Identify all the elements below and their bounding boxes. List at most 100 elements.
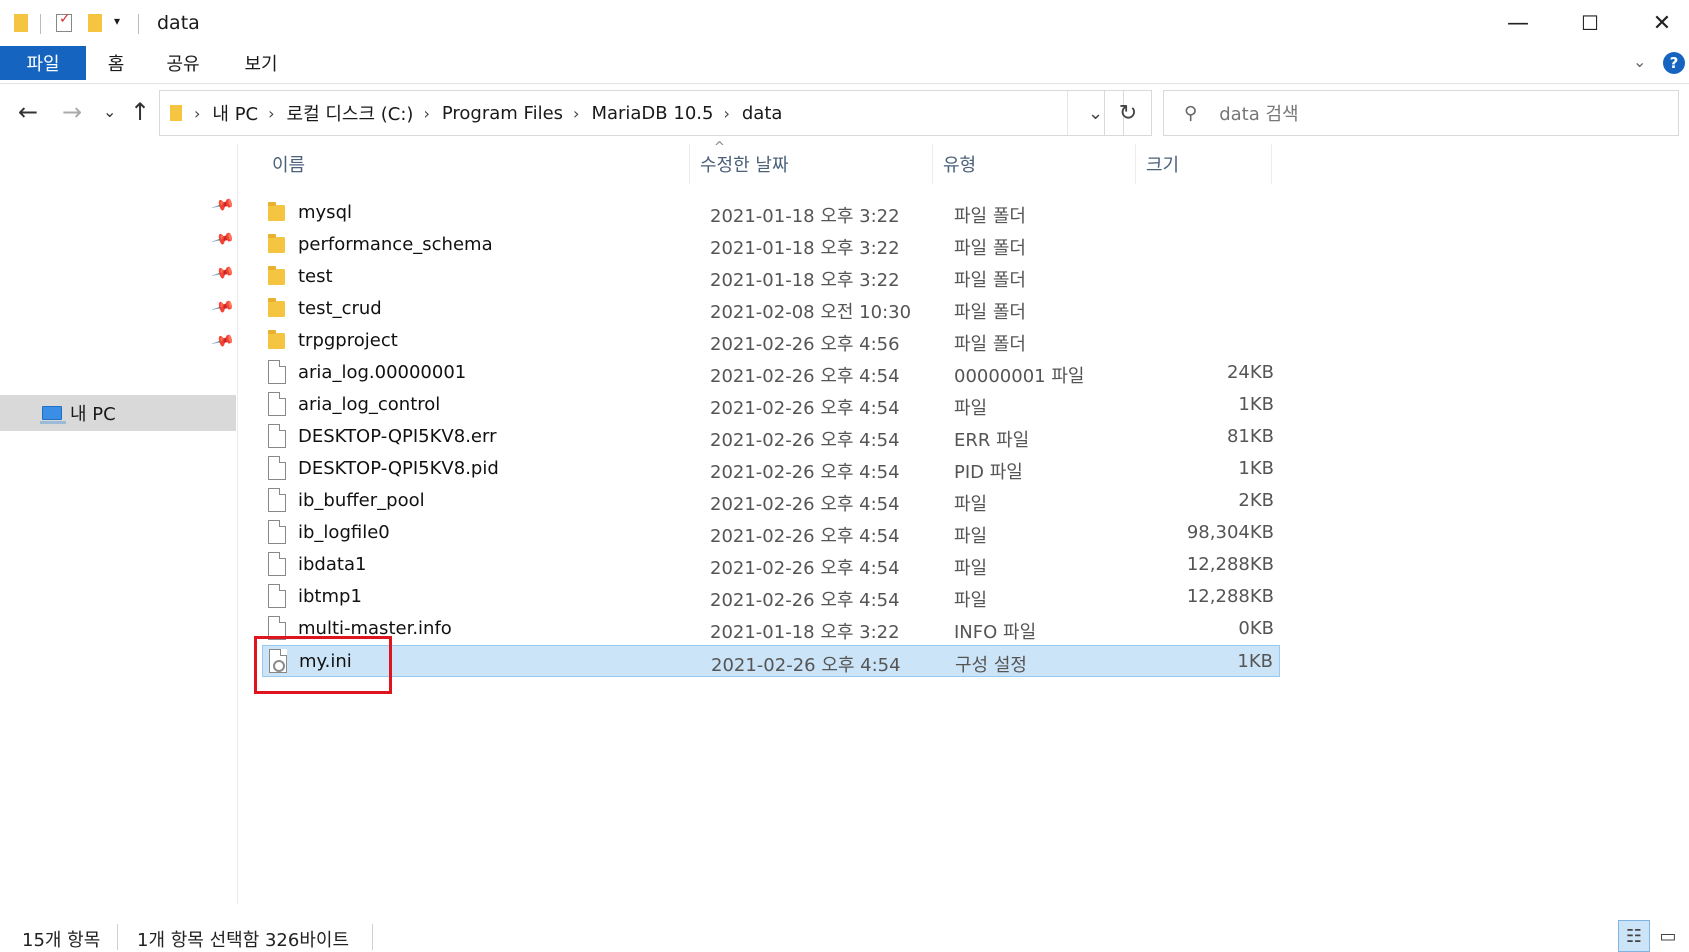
file-size: 1KB	[1237, 651, 1273, 672]
chevron-right-icon[interactable]: ›	[423, 104, 429, 123]
selection-info: 1개 항목 선택함 326바이트	[137, 930, 350, 951]
tab-file[interactable]: 파일	[0, 46, 86, 80]
file-row[interactable]: DESKTOP-QPI5KV8.err 2021-02-26 오후 4:54 ERR…	[262, 421, 1280, 453]
nav-item-this-pc[interactable]: 내 PC	[0, 395, 236, 431]
file-size: 98,304KB	[1186, 522, 1274, 543]
file-name: test_crud	[298, 298, 382, 319]
file-row[interactable]: ibdata1 2021-02-26 오후 4:54 파일 12,288KB	[262, 549, 1280, 581]
file-type: 파일	[954, 558, 988, 579]
file-type: 구성 설정	[955, 655, 1027, 676]
file-icon	[268, 520, 286, 544]
new-folder-icon[interactable]	[88, 12, 102, 36]
file-name: aria_log_control	[298, 394, 441, 415]
breadcrumb-mariadb[interactable]: MariaDB 10.5	[591, 103, 713, 124]
pin-icon[interactable]: 📌	[211, 295, 236, 320]
column-header-type[interactable]: 유형	[933, 144, 1136, 184]
chevron-right-icon: ›	[194, 103, 201, 123]
nav-item-label: 내 PC	[70, 404, 116, 425]
divider	[40, 14, 41, 34]
file-icon	[268, 456, 286, 480]
file-name: mysql	[298, 202, 352, 223]
file-type: 파일 폴더	[954, 270, 1026, 291]
file-row[interactable]: mysql 2021-01-18 오후 3:22 파일 폴더	[262, 197, 1280, 229]
file-date: 2021-01-18 오후 3:22	[710, 270, 900, 291]
file-size: 81KB	[1226, 426, 1274, 447]
file-icon	[268, 424, 286, 448]
breadcrumb-this-pc[interactable]: 내 PC	[212, 100, 258, 126]
close-button[interactable]: ✕	[1632, 6, 1689, 40]
breadcrumb-local-disk[interactable]: 로컬 디스크 (C:)	[287, 100, 414, 126]
file-row[interactable]: test 2021-01-18 오후 3:22 파일 폴더	[262, 261, 1280, 293]
file-type: 파일	[954, 398, 988, 419]
folder-icon	[268, 298, 285, 317]
file-date: 2021-02-26 오후 4:54	[710, 558, 900, 579]
file-type: INFO 파일	[954, 622, 1037, 643]
breadcrumb-program-files[interactable]: Program Files	[442, 103, 563, 124]
search-placeholder: data 검색	[1219, 104, 1299, 125]
file-name: aria_log.00000001	[298, 362, 467, 383]
file-date: 2021-01-18 오후 3:22	[710, 238, 900, 259]
maximize-button[interactable]: ☐	[1560, 6, 1620, 40]
search-input[interactable]: ⚲ data 검색	[1163, 90, 1679, 136]
address-bar[interactable]: › 내 PC › 로컬 디스크 (C:) › Program Files › M…	[159, 90, 1124, 136]
tab-home[interactable]: 홈	[96, 46, 136, 80]
minimize-button[interactable]: —	[1488, 6, 1548, 40]
file-size: 1KB	[1238, 394, 1274, 415]
breadcrumb-data[interactable]: data	[742, 103, 783, 124]
file-name: test	[298, 266, 333, 287]
large-icons-view-button[interactable]: ▭	[1652, 920, 1684, 952]
file-type: 파일	[954, 526, 988, 547]
details-view-button[interactable]: ☷	[1618, 920, 1650, 952]
file-row[interactable]: trpgproject 2021-02-26 오후 4:56 파일 폴더	[262, 325, 1280, 357]
column-header-name[interactable]: 이름	[262, 144, 690, 184]
customize-toolbar-icon[interactable]: ▾	[114, 14, 120, 38]
file-row[interactable]: aria_log_control 2021-02-26 오후 4:54 파일 1KB	[262, 389, 1280, 421]
file-row[interactable]: ib_logfile0 2021-02-26 오후 4:54 파일 98,304KB	[262, 517, 1280, 549]
file-name: DESKTOP-QPI5KV8.err	[298, 426, 497, 447]
file-explorer-window: ✓ ▾ data — ☐ ✕ 파일 홈 공유 보기 ⌄ ? ← → ⌄ ↑ › …	[0, 0, 1689, 952]
pin-icon[interactable]: 📌	[211, 261, 236, 286]
chevron-right-icon[interactable]: ›	[723, 104, 729, 123]
file-date: 2021-02-26 오후 4:56	[710, 334, 900, 355]
file-size: 12,288KB	[1186, 586, 1274, 607]
file-row[interactable]: ibtmp1 2021-02-26 오후 4:54 파일 12,288KB	[262, 581, 1280, 613]
chevron-right-icon[interactable]: ›	[573, 104, 579, 123]
file-name: ib_logfile0	[298, 522, 390, 543]
recent-locations-button[interactable]: ⌄	[103, 102, 116, 121]
pin-icon[interactable]: 📌	[211, 227, 236, 252]
file-type: 파일 폴더	[954, 238, 1026, 259]
file-name: performance_schema	[298, 234, 493, 255]
pin-icon[interactable]: 📌	[211, 193, 236, 218]
expand-ribbon-icon[interactable]: ⌄	[1633, 52, 1646, 71]
tab-view[interactable]: 보기	[236, 46, 286, 80]
file-row[interactable]: multi-master.info 2021-01-18 오후 3:22 INFO …	[262, 613, 1280, 645]
properties-icon[interactable]: ✓	[56, 11, 72, 36]
file-name: trpgproject	[298, 330, 398, 351]
file-row[interactable]: performance_schema 2021-01-18 오후 3:22 파일 폴…	[262, 229, 1280, 261]
forward-button[interactable]: →	[62, 98, 82, 126]
file-row[interactable]: aria_log.00000001 2021-02-26 오후 4:54 00000…	[262, 357, 1280, 389]
file-size: 2KB	[1238, 490, 1274, 511]
file-date: 2021-02-26 오후 4:54	[710, 494, 900, 515]
file-row[interactable]: my.ini 2021-02-26 오후 4:54 구성 설정 1KB	[262, 645, 1280, 677]
file-date: 2021-02-26 오후 4:54	[710, 366, 900, 387]
column-header-date[interactable]: 수정한 날짜	[690, 144, 933, 184]
help-button[interactable]: ?	[1663, 52, 1685, 74]
file-row[interactable]: test_crud 2021-02-08 오전 10:30 파일 폴더	[262, 293, 1280, 325]
back-button[interactable]: ←	[18, 98, 38, 126]
file-date: 2021-02-26 오후 4:54	[710, 590, 900, 611]
folder-icon	[170, 105, 182, 121]
folder-icon	[268, 234, 285, 253]
file-row[interactable]: ib_buffer_pool 2021-02-26 오후 4:54 파일 2KB	[262, 485, 1280, 517]
file-type: 파일 폴더	[954, 334, 1026, 355]
up-button[interactable]: ↑	[130, 98, 150, 126]
tab-share[interactable]: 공유	[158, 46, 208, 80]
refresh-button[interactable]: ↻	[1104, 90, 1152, 136]
file-size: 24KB	[1226, 362, 1274, 383]
pin-icon[interactable]: 📌	[211, 329, 236, 354]
file-row[interactable]: DESKTOP-QPI5KV8.pid 2021-02-26 오후 4:54 PID…	[262, 453, 1280, 485]
file-date: 2021-01-18 오후 3:22	[710, 622, 900, 643]
column-header-size[interactable]: 크기	[1136, 144, 1272, 184]
file-type: 파일 폴더	[954, 302, 1026, 323]
chevron-right-icon[interactable]: ›	[268, 104, 274, 123]
